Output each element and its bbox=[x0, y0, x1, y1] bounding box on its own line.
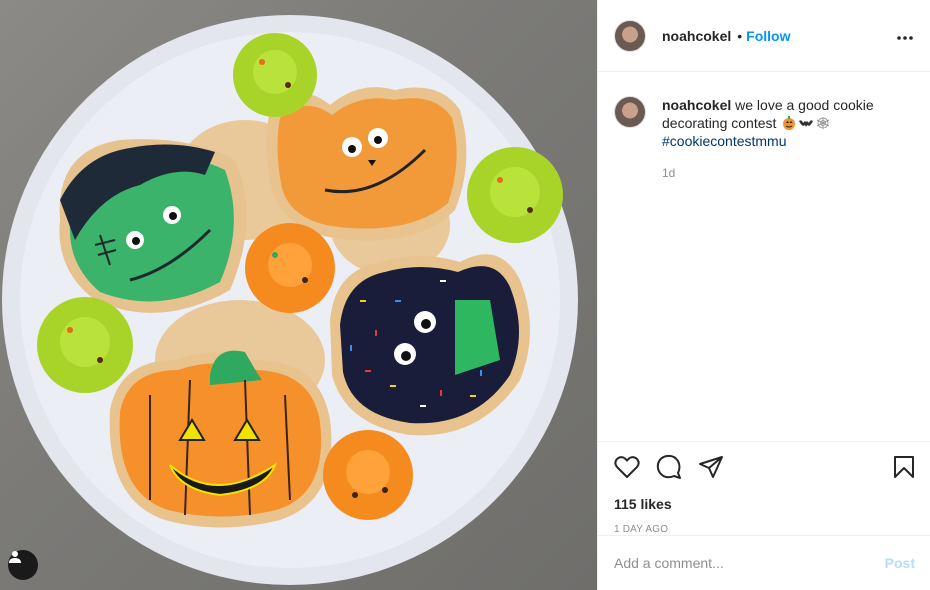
header-username[interactable]: noahcokel bbox=[662, 28, 731, 44]
caption-username[interactable]: noahcokel bbox=[662, 97, 731, 113]
bookmark-icon[interactable] bbox=[893, 455, 915, 479]
hashtag-link[interactable]: #cookiecontestmmu bbox=[662, 133, 787, 149]
caption-timestamp[interactable]: 1d bbox=[662, 164, 902, 182]
more-options-icon[interactable] bbox=[896, 25, 914, 46]
more-horizontal-icon bbox=[897, 36, 913, 40]
caption-body: noahcokel we love a good cookie decorati… bbox=[662, 96, 902, 182]
post-header: noahcokel • Follow bbox=[598, 0, 930, 72]
likes-count[interactable]: 115 likes bbox=[614, 496, 915, 512]
follow-button[interactable]: Follow bbox=[746, 28, 790, 44]
comment-bar: Post bbox=[598, 535, 930, 590]
comment-icon[interactable] bbox=[656, 454, 682, 480]
separator-dot: • bbox=[737, 27, 743, 44]
action-icons-row bbox=[614, 454, 915, 480]
frankenstein-cookie bbox=[59, 139, 247, 313]
cupcake-orange-bottom bbox=[323, 430, 413, 520]
caption-avatar[interactable] bbox=[614, 96, 646, 128]
like-icon[interactable] bbox=[614, 455, 640, 479]
cupcake-orange-center bbox=[245, 223, 335, 313]
post-sidebar: noahcokel • Follow noahcokel we love a g… bbox=[597, 0, 930, 590]
post-actions: 115 likes 1 DAY AGO bbox=[598, 441, 930, 535]
cupcake-green-left bbox=[37, 297, 133, 393]
user-tag-icon[interactable] bbox=[8, 550, 38, 580]
share-icon[interactable] bbox=[698, 455, 724, 479]
cookie-plate-illustration bbox=[2, 15, 578, 585]
avatar[interactable] bbox=[614, 19, 646, 52]
cupcake-green-top bbox=[233, 33, 317, 117]
post-date[interactable]: 1 DAY AGO bbox=[614, 524, 915, 535]
cupcake-green-right bbox=[467, 147, 563, 243]
post-photo[interactable] bbox=[0, 0, 597, 590]
spider-web-icon bbox=[817, 117, 830, 129]
pumpkin-cookie bbox=[109, 350, 332, 528]
caption: noahcokel we love a good cookie decorati… bbox=[598, 72, 930, 182]
comment-input[interactable] bbox=[614, 555, 885, 571]
jack-o-lantern-icon bbox=[783, 116, 796, 130]
bat-icon bbox=[799, 120, 814, 127]
post-comment-button[interactable]: Post bbox=[885, 555, 915, 571]
person-icon bbox=[9, 551, 21, 563]
